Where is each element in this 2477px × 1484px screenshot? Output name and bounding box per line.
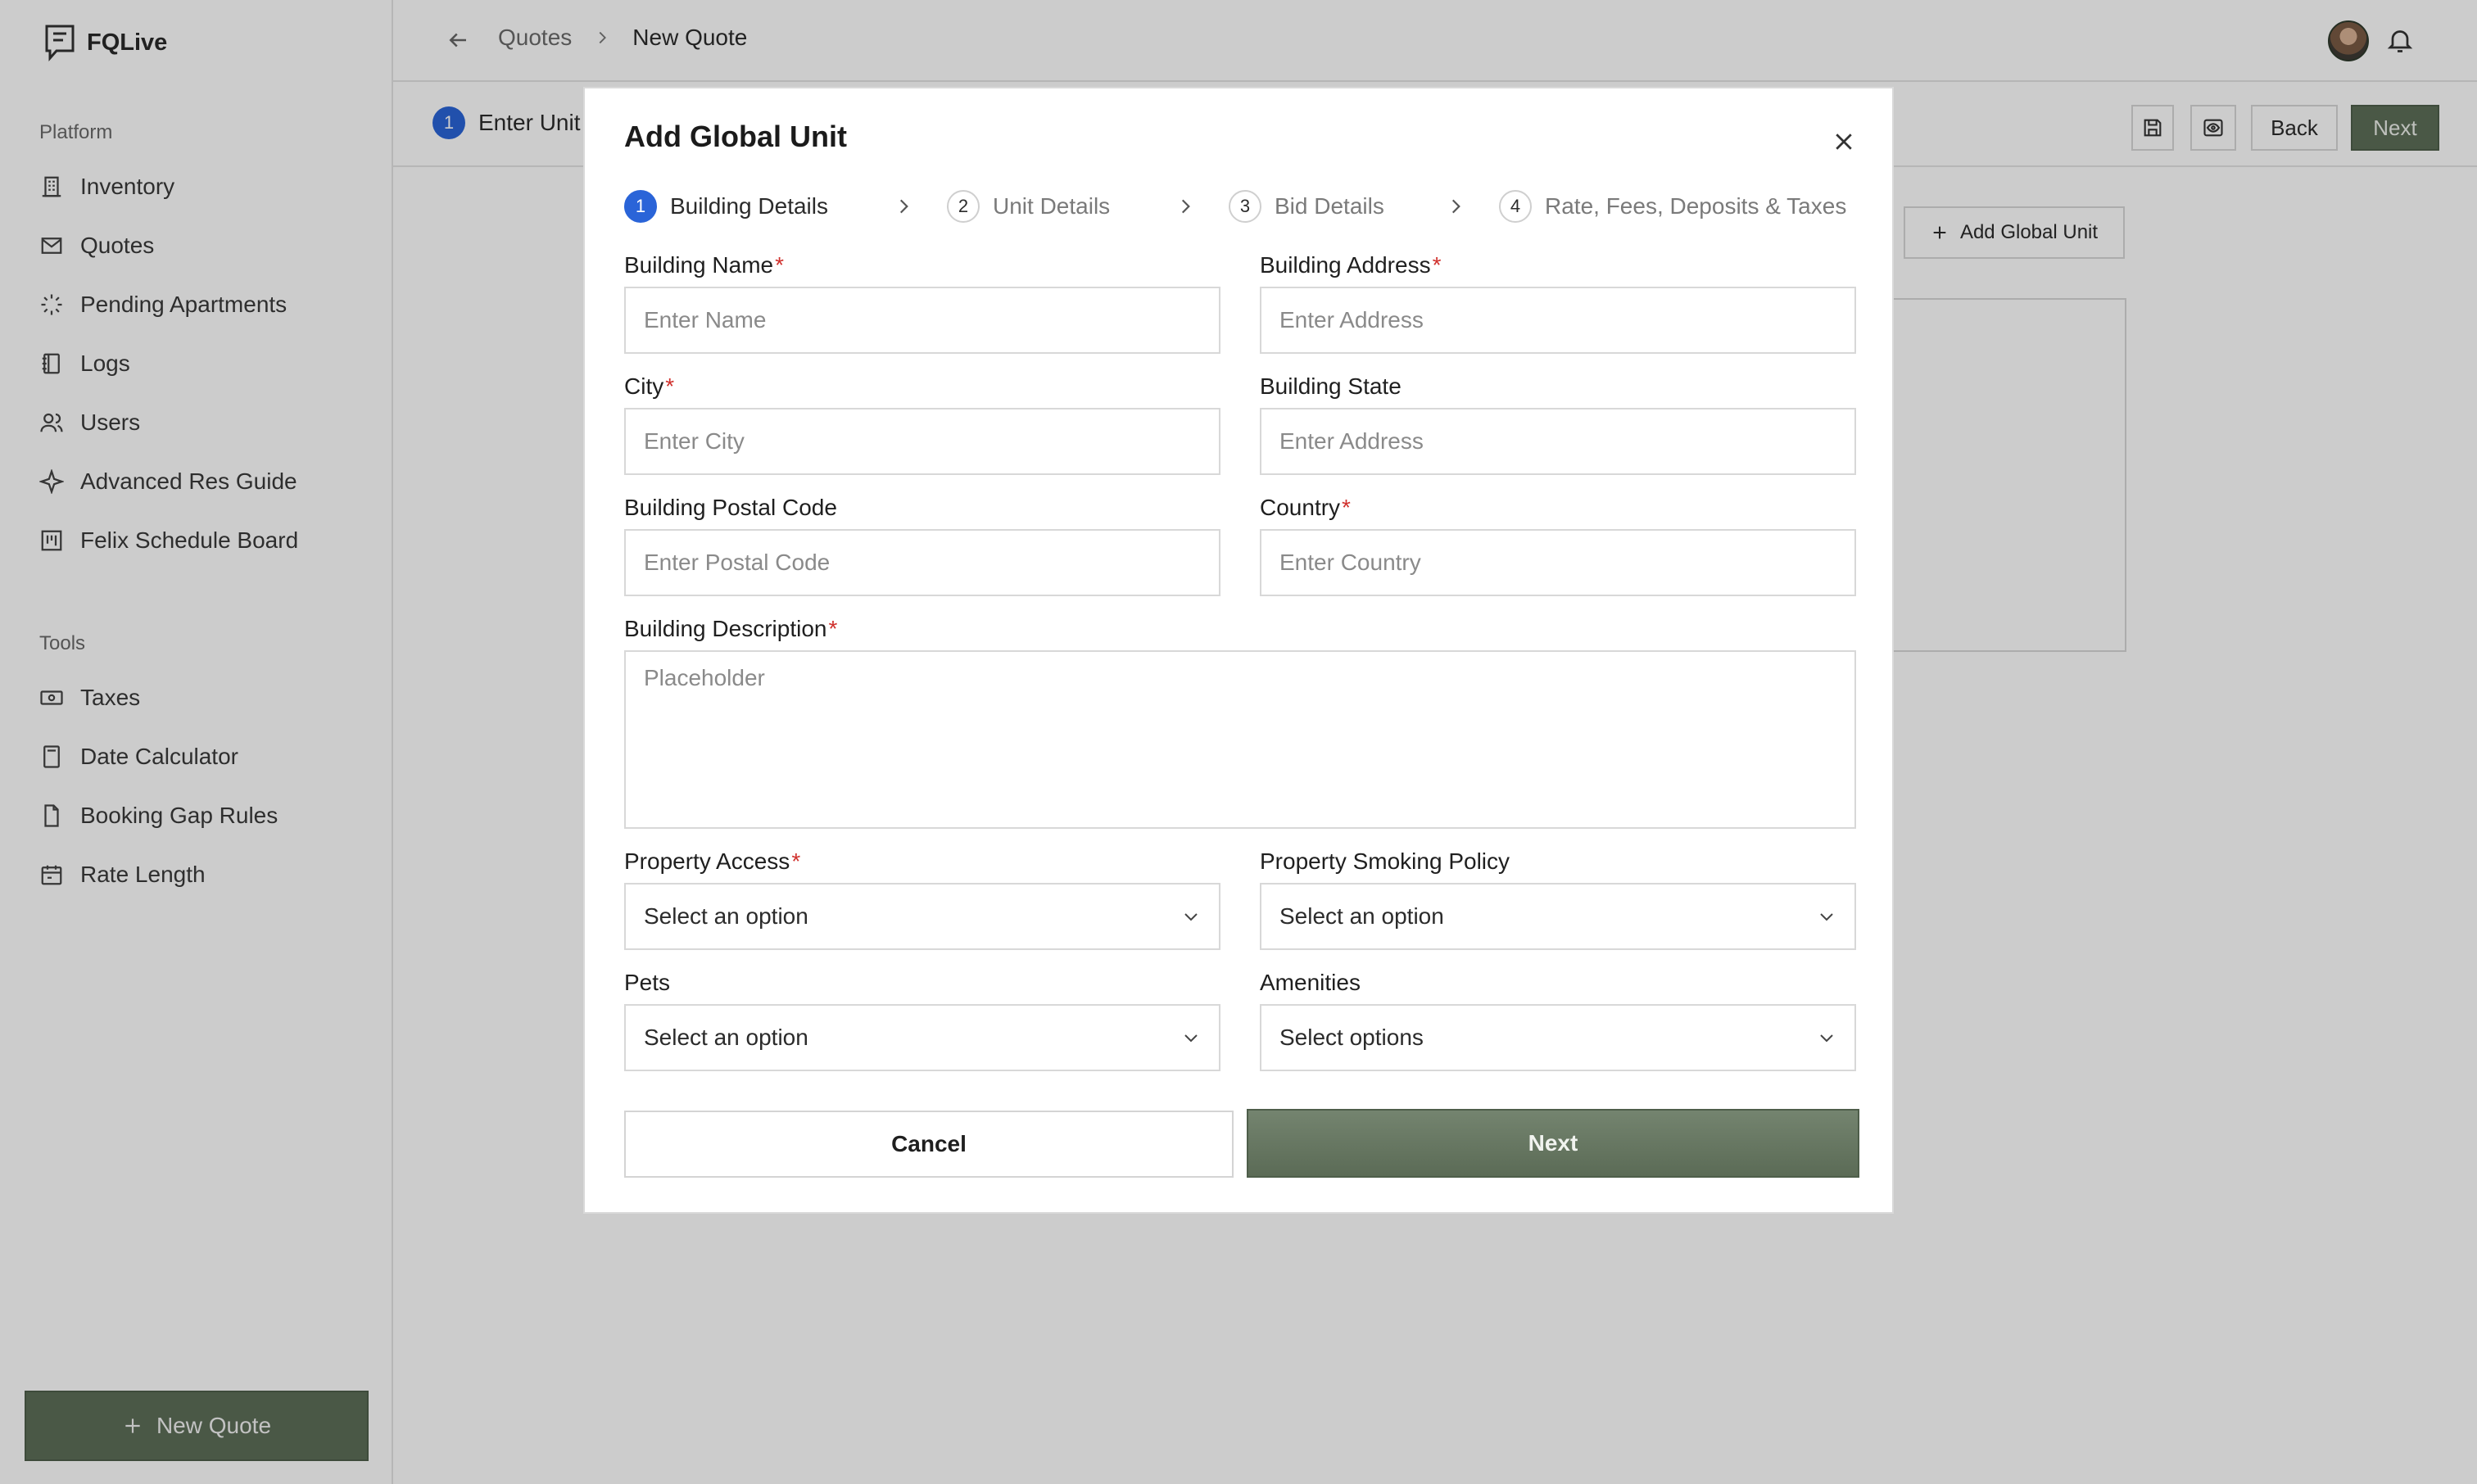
building-address-input[interactable] <box>1260 287 1856 354</box>
chevron-down-icon <box>1181 907 1201 926</box>
close-icon[interactable] <box>1832 129 1856 154</box>
select-value: Select an option <box>644 1025 808 1050</box>
building-address-label: Building Address* <box>1260 252 1442 278</box>
wizard-step-number: 2 <box>947 190 980 223</box>
modal-next-button[interactable]: Next <box>1247 1109 1859 1178</box>
chevron-down-icon <box>1817 1028 1836 1047</box>
select-value: Select an option <box>644 903 808 929</box>
postal-code-input[interactable] <box>624 529 1220 596</box>
wizard-step-unit-details[interactable]: 2 Unit Details <box>947 187 1110 226</box>
wizard-step-label: Bid Details <box>1275 193 1384 219</box>
postal-code-label: Building Postal Code <box>624 495 837 520</box>
amenities-label: Amenities <box>1260 970 1361 995</box>
country-label: Country* <box>1260 495 1351 520</box>
chevron-down-icon <box>1181 1028 1201 1047</box>
add-global-unit-modal: Add Global Unit 1 Building Details 2 Uni… <box>583 87 1894 1214</box>
wizard-step-bid-details[interactable]: 3 Bid Details <box>1229 187 1384 226</box>
smoking-policy-select[interactable]: Select an option <box>1260 883 1856 950</box>
wizard-step-label: Rate, Fees, Deposits & Taxes <box>1545 193 1847 219</box>
building-name-label: Building Name* <box>624 252 785 278</box>
property-access-select[interactable]: Select an option <box>624 883 1220 950</box>
chevron-right-icon <box>1445 196 1466 217</box>
wizard-step-number: 1 <box>624 190 657 223</box>
wizard-step-number: 4 <box>1499 190 1532 223</box>
property-access-label: Property Access* <box>624 848 801 874</box>
building-name-input[interactable] <box>624 287 1220 354</box>
modal-title: Add Global Unit <box>624 120 847 153</box>
building-state-input[interactable] <box>1260 408 1856 475</box>
pets-label: Pets <box>624 970 671 995</box>
select-value: Select options <box>1279 1025 1424 1050</box>
amenities-select[interactable]: Select options <box>1260 1004 1856 1071</box>
wizard-step-building-details[interactable]: 1 Building Details <box>624 187 828 226</box>
select-value: Select an option <box>1279 903 1444 929</box>
wizard-step-label: Building Details <box>670 193 828 219</box>
wizard-step-rate-fees[interactable]: 4 Rate, Fees, Deposits & Taxes <box>1499 187 1846 226</box>
building-description-textarea[interactable] <box>624 650 1856 829</box>
building-description-label: Building Description* <box>624 616 838 641</box>
country-input[interactable] <box>1260 529 1856 596</box>
city-input[interactable] <box>624 408 1220 475</box>
cancel-button[interactable]: Cancel <box>624 1111 1234 1178</box>
smoking-policy-label: Property Smoking Policy <box>1260 848 1510 874</box>
chevron-down-icon <box>1817 907 1836 926</box>
wizard-step-label: Unit Details <box>993 193 1111 219</box>
wizard-steps: 1 Building Details 2 Unit Details 3 Bid … <box>624 187 1861 226</box>
city-label: City* <box>624 373 675 399</box>
chevron-right-icon <box>1175 196 1196 217</box>
wizard-step-number: 3 <box>1229 190 1261 223</box>
building-state-label: Building State <box>1260 373 1402 399</box>
chevron-right-icon <box>893 196 914 217</box>
pets-select[interactable]: Select an option <box>624 1004 1220 1071</box>
